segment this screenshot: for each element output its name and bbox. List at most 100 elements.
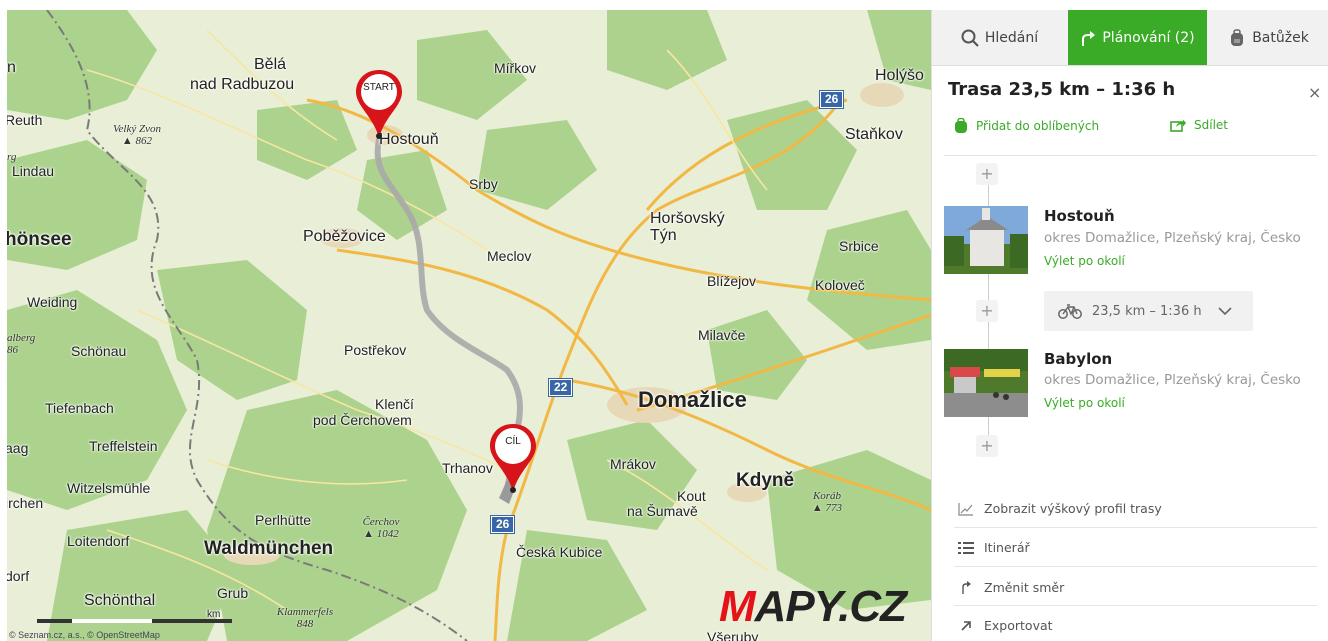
place-label: nad Radbuzou bbox=[190, 76, 295, 93]
backpack-icon bbox=[955, 118, 967, 133]
divider bbox=[954, 566, 1317, 567]
peak-label: Klammerfels 848 bbox=[276, 606, 334, 631]
reverse-icon bbox=[962, 581, 971, 594]
place-label: Koloveč bbox=[815, 277, 865, 293]
end-marker-label: CÍL bbox=[505, 436, 521, 447]
place-label-kdyne: Kdyně bbox=[736, 470, 795, 491]
place-label: Lindau bbox=[12, 163, 55, 179]
mapy-cz-logo[interactable]: MAPY.CZ bbox=[719, 582, 907, 632]
place-label: Treffelstein bbox=[89, 438, 158, 454]
place-label: Srbice bbox=[839, 238, 879, 254]
share-button[interactable]: Sdílet bbox=[1170, 118, 1228, 132]
map-attribution[interactable]: © Seznam.cz, a.s., © OpenStreetMap bbox=[9, 630, 160, 640]
menu-label: Exportovat bbox=[984, 618, 1053, 633]
add-waypoint-button[interactable]: + bbox=[976, 435, 998, 457]
add-favorite-button[interactable]: Přidat do oblíbených bbox=[954, 118, 1099, 133]
peak-label: Koráb ▲ 773 bbox=[811, 490, 843, 515]
place-label-waldmunchen: Waldmünchen bbox=[204, 538, 334, 559]
tab-label: Batůžek bbox=[1252, 29, 1309, 46]
scale-unit: km bbox=[207, 609, 221, 620]
map-canvas[interactable]: n Bělá nad Radbuzou Mířkov Holýšo Reuth … bbox=[7, 10, 931, 641]
place-label: Reuth bbox=[7, 112, 43, 128]
waypoint-photo[interactable] bbox=[944, 349, 1028, 417]
waypoint-name: Babylon bbox=[1044, 350, 1113, 368]
place-label: aag bbox=[7, 440, 29, 456]
place-label: Česká Kubice bbox=[516, 544, 603, 560]
place-label: Staňkov bbox=[845, 126, 903, 143]
road-shield: 26 bbox=[818, 90, 845, 109]
place-label: pod Čerchovem bbox=[313, 412, 412, 428]
bicycle-icon bbox=[1058, 304, 1082, 319]
peak-label: alberg 86 bbox=[7, 332, 36, 357]
waypoint-region: okres Domažlice, Plzeňský kraj, Česko bbox=[1044, 372, 1301, 388]
place-label: Horšovský bbox=[650, 210, 725, 227]
divider bbox=[954, 527, 1317, 528]
route-planner-panel: Hledání Plánování (2) Batůžek Trasa 23,5… bbox=[931, 10, 1328, 641]
place-label: Srby bbox=[469, 176, 498, 192]
add-waypoint-button[interactable]: + bbox=[976, 163, 998, 185]
tab-backpack[interactable]: Batůžek bbox=[1208, 10, 1328, 65]
place-label: n bbox=[7, 59, 16, 76]
waypoint-region: okres Domažlice, Plzeňský kraj, Česko bbox=[1044, 230, 1301, 246]
start-marker-label: START bbox=[363, 82, 395, 93]
waypoint-name: Hostouň bbox=[1044, 207, 1115, 225]
share-icon bbox=[1170, 119, 1186, 132]
logo-text: APY.CZ bbox=[754, 582, 907, 631]
place-label: Weiding bbox=[27, 294, 78, 310]
place-label: Bělá bbox=[254, 56, 287, 73]
place-label: na Šumavě bbox=[627, 503, 698, 519]
end-marker[interactable]: CÍL bbox=[487, 422, 539, 494]
chevron-down-icon bbox=[1218, 307, 1232, 316]
place-label: hönsee bbox=[7, 229, 72, 250]
menu-label: Změnit směr bbox=[984, 579, 1065, 595]
nearby-trip-link[interactable]: Výlet po okolí bbox=[1044, 396, 1125, 410]
route-title: Trasa 23,5 km – 1:36 h bbox=[948, 79, 1176, 100]
route-icon bbox=[1082, 30, 1096, 46]
place-label: Milavče bbox=[698, 327, 746, 343]
place-label: Loitendorf bbox=[67, 533, 130, 549]
map-pin-icon bbox=[356, 70, 402, 139]
search-icon bbox=[961, 29, 979, 47]
map-background bbox=[7, 10, 931, 641]
divider bbox=[944, 155, 1317, 156]
place-label: Schönthal bbox=[84, 592, 156, 609]
place-label-domazlice: Domažlice bbox=[638, 387, 747, 412]
place-label: Klenčí bbox=[375, 396, 414, 412]
tab-search[interactable]: Hledání bbox=[932, 10, 1067, 65]
place-label: Mrákov bbox=[610, 456, 656, 472]
place-label: Týn bbox=[650, 227, 677, 244]
peak-label: Čerchov ▲ 1042 bbox=[362, 516, 400, 541]
elevation-icon bbox=[958, 502, 973, 516]
place-label: Tiefenbach bbox=[45, 400, 114, 416]
list-icon bbox=[958, 541, 974, 554]
start-marker[interactable]: START bbox=[353, 68, 405, 140]
tab-planning[interactable]: Plánování (2) bbox=[1068, 10, 1207, 65]
logo-letter: M bbox=[719, 582, 756, 631]
divider bbox=[954, 605, 1317, 606]
close-icon[interactable]: × bbox=[1308, 83, 1321, 102]
add-waypoint-button[interactable]: + bbox=[976, 300, 998, 322]
menu-label: Zobrazit výškový profil trasy bbox=[984, 501, 1162, 516]
share-label: Sdílet bbox=[1194, 118, 1228, 132]
nearby-trip-link[interactable]: Výlet po okolí bbox=[1044, 254, 1125, 268]
tab-label: Plánování (2) bbox=[1102, 29, 1195, 46]
road-shield: 26 bbox=[489, 515, 516, 534]
route-leg-summary[interactable]: 23,5 km – 1:36 h bbox=[1044, 291, 1253, 331]
place-label: Grub bbox=[217, 585, 249, 601]
place-label: Meclov bbox=[487, 248, 532, 264]
export-button[interactable]: Exportovat bbox=[958, 618, 1318, 633]
backpack-icon bbox=[1231, 28, 1244, 46]
elevation-profile-button[interactable]: Zobrazit výškový profil trasy bbox=[958, 501, 1318, 516]
reverse-direction-button[interactable]: Změnit směr bbox=[958, 579, 1318, 595]
road-shield: 22 bbox=[547, 378, 574, 397]
place-label: Postřekov bbox=[344, 342, 407, 358]
place-label: Trhanov bbox=[442, 460, 493, 476]
church-photo bbox=[944, 206, 1028, 274]
menu-label: Itinerář bbox=[984, 540, 1030, 555]
peak-label: rg bbox=[7, 151, 17, 163]
place-label: Poběžovice bbox=[303, 228, 386, 245]
place-label: Schönau bbox=[71, 343, 127, 359]
waypoint-photo[interactable] bbox=[944, 206, 1028, 274]
place-label: irchen bbox=[7, 495, 44, 511]
itinerary-button[interactable]: Itinerář bbox=[958, 540, 1318, 555]
